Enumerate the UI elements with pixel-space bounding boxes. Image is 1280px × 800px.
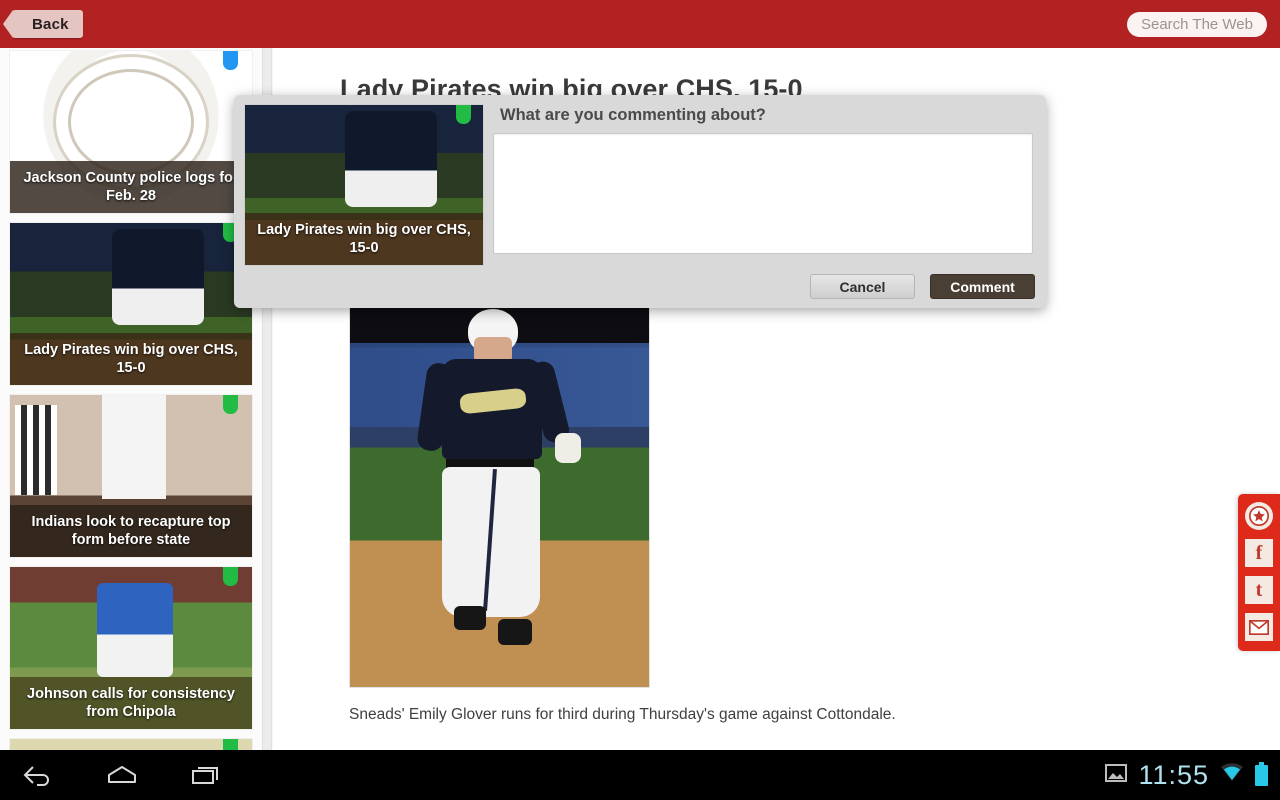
back-button-label: Back (32, 15, 69, 33)
comment-button-label: Comment (950, 278, 1015, 295)
battery-icon (1255, 761, 1268, 786)
twitter-glyph: t (1255, 578, 1263, 601)
email-icon[interactable] (1245, 613, 1273, 641)
list-item[interactable] (9, 738, 253, 750)
comment-dialog: Lady Pirates win big over CHS, 15-0 What… (234, 95, 1046, 308)
list-item-label: Johnson calls for consistency from Chipo… (10, 677, 252, 729)
list-item-label: Jackson County police logs for Feb. 28 (10, 161, 252, 213)
home-icon[interactable] (102, 755, 142, 795)
thumbnail-image (10, 739, 252, 750)
favorite-star-icon[interactable] (1245, 502, 1273, 530)
bookmark-badge (456, 105, 471, 124)
app-root: Back Search The Web Jackson County polic… (0, 0, 1280, 800)
bookmark-badge (223, 51, 238, 70)
facebook-glyph: f (1255, 541, 1263, 564)
cancel-button-label: Cancel (839, 278, 886, 295)
nav-button-group (18, 750, 226, 800)
list-item-label: Indians look to recapture top form befor… (10, 505, 252, 557)
article-photo (349, 300, 650, 688)
list-item-label: Lady Pirates win big over CHS, 15-0 (10, 333, 252, 385)
android-navigation-bar: 11:55 (0, 750, 1280, 800)
bookmark-badge (223, 395, 238, 414)
back-arrow-icon[interactable] (18, 755, 58, 795)
cancel-button[interactable]: Cancel (810, 274, 915, 299)
list-item[interactable]: Lady Pirates win big over CHS, 15-0 (9, 222, 253, 386)
twitter-icon[interactable]: t (1245, 576, 1273, 604)
comment-textarea[interactable] (493, 133, 1033, 254)
list-item[interactable]: Jackson County police logs for Feb. 28 (9, 50, 253, 214)
comment-dialog-thumbnail-label: Lady Pirates win big over CHS, 15-0 (245, 213, 483, 265)
comment-dialog-title: What are you commenting about? (500, 106, 766, 124)
facebook-icon[interactable]: f (1245, 539, 1273, 567)
back-button[interactable]: Back (3, 10, 83, 38)
bookmark-badge (223, 567, 238, 586)
search-placeholder-text: Search The Web (1140, 16, 1253, 33)
comment-button[interactable]: Comment (930, 274, 1035, 299)
social-share-rail: f t (1238, 494, 1280, 651)
article-list-sidebar[interactable]: Jackson County police logs for Feb. 28 L… (0, 48, 262, 750)
search-input[interactable]: Search The Web (1126, 12, 1267, 37)
recent-apps-icon[interactable] (186, 755, 226, 795)
wifi-icon (1220, 763, 1244, 787)
comment-dialog-thumbnail: Lady Pirates win big over CHS, 15-0 (244, 104, 484, 266)
status-icons: 11:55 (1105, 750, 1268, 800)
top-app-bar: Back Search The Web (0, 0, 1280, 48)
clock: 11:55 (1138, 759, 1209, 790)
photo-caption: Sneads' Emily Glover runs for third duri… (349, 706, 896, 723)
image-icon[interactable] (1105, 763, 1128, 788)
list-item[interactable]: Indians look to recapture top form befor… (9, 394, 253, 558)
list-item[interactable]: Johnson calls for consistency from Chipo… (9, 566, 253, 730)
bookmark-badge (223, 739, 238, 750)
